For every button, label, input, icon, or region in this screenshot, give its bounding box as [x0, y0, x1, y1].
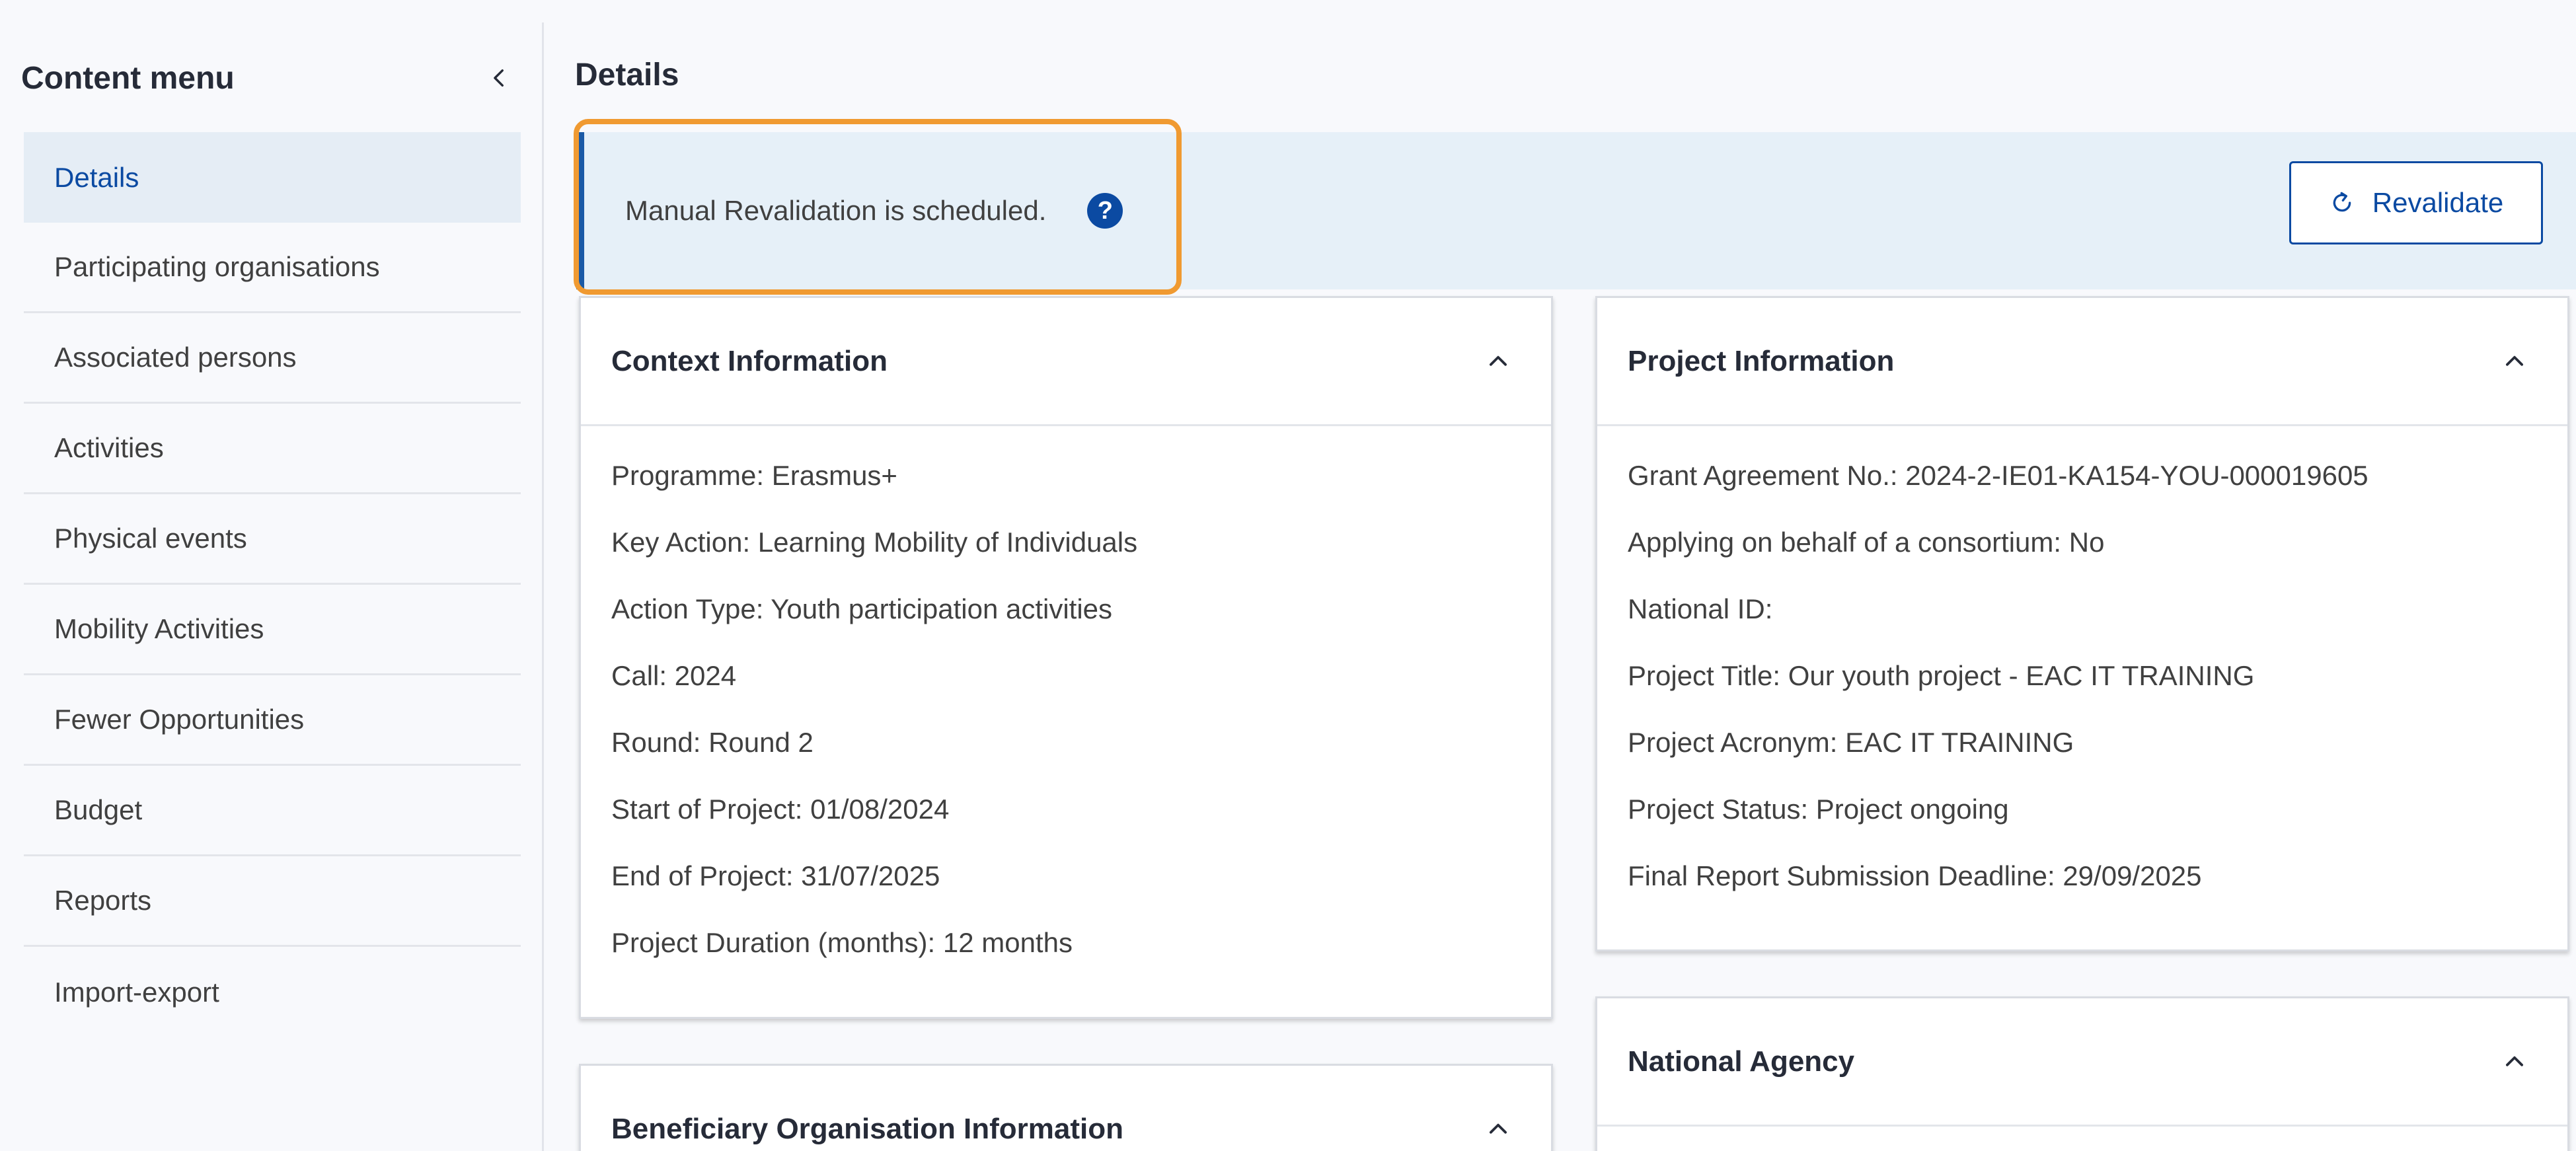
refresh-icon — [2333, 192, 2351, 212]
key-action-field: Key Action: Learning Mobility of Individ… — [611, 526, 1138, 558]
action-type-field: Action Type: Youth participation activit… — [611, 593, 1113, 624]
card-title: Context Information — [611, 344, 888, 377]
round-field: Round: Round 2 — [611, 726, 814, 758]
content-menu-sidebar: Content menu Details Participating organ… — [0, 0, 543, 1151]
card-title: Project Information — [1628, 344, 1895, 377]
chevron-left-icon — [494, 69, 504, 87]
national-agency-header[interactable]: National Agency — [1597, 998, 2567, 1127]
sidebar-item-reports[interactable]: Reports — [24, 856, 521, 947]
sidebar-item-mobility-activities[interactable]: Mobility Activities — [24, 585, 521, 675]
sidebar-item-participating-organisations[interactable]: Participating organisations — [24, 223, 521, 313]
end-of-project-field: End of Project: 31/07/2025 — [611, 860, 940, 891]
content-menu-list: Details Participating organisations Asso… — [24, 132, 521, 1037]
notice-text: Manual Revalidation is scheduled. — [625, 195, 1047, 226]
content-menu-title: Content menu — [21, 60, 235, 96]
project-status-field: Project Status: Project ongoing — [1628, 793, 2009, 825]
chevron-up-icon — [1490, 1123, 1507, 1134]
consortium-field: Applying on behalf of a consortium: No — [1628, 526, 2105, 558]
card-title: Beneficiary Organisation Information — [611, 1112, 1124, 1145]
sidebar-item-physical-events[interactable]: Physical events — [24, 494, 521, 585]
call-field: Call: 2024 — [611, 659, 737, 691]
national-agency-card: National Agency — [1595, 996, 2569, 1151]
start-of-project-field: Start of Project: 01/08/2024 — [611, 793, 950, 825]
collapse-section-button[interactable] — [2495, 1042, 2534, 1082]
chevron-up-icon — [2506, 355, 2523, 366]
sidebar-item-import-export[interactable]: Import-export — [24, 947, 521, 1037]
context-information-body: Programme: Erasmus+ Key Action: Learning… — [581, 426, 1551, 976]
project-information-body: Grant Agreement No.: 2024-2-IE01-KA154-Y… — [1597, 426, 2567, 909]
collapse-menu-button[interactable] — [481, 59, 518, 96]
project-information-card: Project Information Grant Agreement No.:… — [1595, 296, 2569, 951]
revalidation-notice: Manual Revalidation is scheduled. ? — [576, 132, 2576, 289]
project-acronym-field: Project Acronym: EAC IT TRAINING — [1628, 726, 2074, 758]
project-information-header[interactable]: Project Information — [1597, 298, 2567, 426]
context-information-card: Context Information Programme: Erasmus+ … — [579, 296, 1553, 1019]
collapse-section-button[interactable] — [1478, 1109, 1518, 1149]
sidebar-divider — [542, 22, 544, 1151]
revalidate-button[interactable]: Revalidate — [2289, 161, 2543, 244]
beneficiary-organisation-header[interactable]: Beneficiary Organisation Information — [581, 1066, 1551, 1151]
project-title-field: Project Title: Our youth project - EAC I… — [1628, 659, 2255, 691]
national-id-field: National ID: — [1628, 593, 1773, 624]
beneficiary-organisation-card: Beneficiary Organisation Information — [579, 1064, 1553, 1151]
main-content: Details Manual Revalidation is scheduled… — [574, 0, 2576, 1151]
sidebar-item-activities[interactable]: Activities — [24, 404, 521, 494]
project-duration-field: Project Duration (months): 12 months — [611, 926, 1073, 958]
content-menu-header: Content menu — [21, 56, 518, 100]
programme-field: Programme: Erasmus+ — [611, 459, 897, 491]
grant-agreement-field: Grant Agreement No.: 2024-2-IE01-KA154-Y… — [1628, 459, 2368, 491]
revalidate-button-label: Revalidate — [2372, 187, 2504, 218]
sidebar-item-associated-persons[interactable]: Associated persons — [24, 313, 521, 404]
card-title: National Agency — [1628, 1045, 1855, 1078]
chevron-up-icon — [1490, 355, 1507, 366]
context-information-header[interactable]: Context Information — [581, 298, 1551, 426]
sidebar-item-details[interactable]: Details — [24, 132, 521, 223]
page-title: Details — [575, 57, 679, 93]
notice-message: Manual Revalidation is scheduled. ? — [576, 132, 1183, 289]
sidebar-item-fewer-opportunities[interactable]: Fewer Opportunities — [24, 675, 521, 766]
chevron-up-icon — [2506, 1056, 2523, 1066]
question-circle-icon[interactable]: ? — [1087, 193, 1123, 229]
collapse-section-button[interactable] — [1478, 342, 1518, 381]
sidebar-item-budget[interactable]: Budget — [24, 766, 521, 856]
collapse-section-button[interactable] — [2495, 342, 2534, 381]
final-report-deadline-field: Final Report Submission Deadline: 29/09/… — [1628, 860, 2202, 891]
page: Content menu Details Participating organ… — [0, 0, 2576, 1151]
